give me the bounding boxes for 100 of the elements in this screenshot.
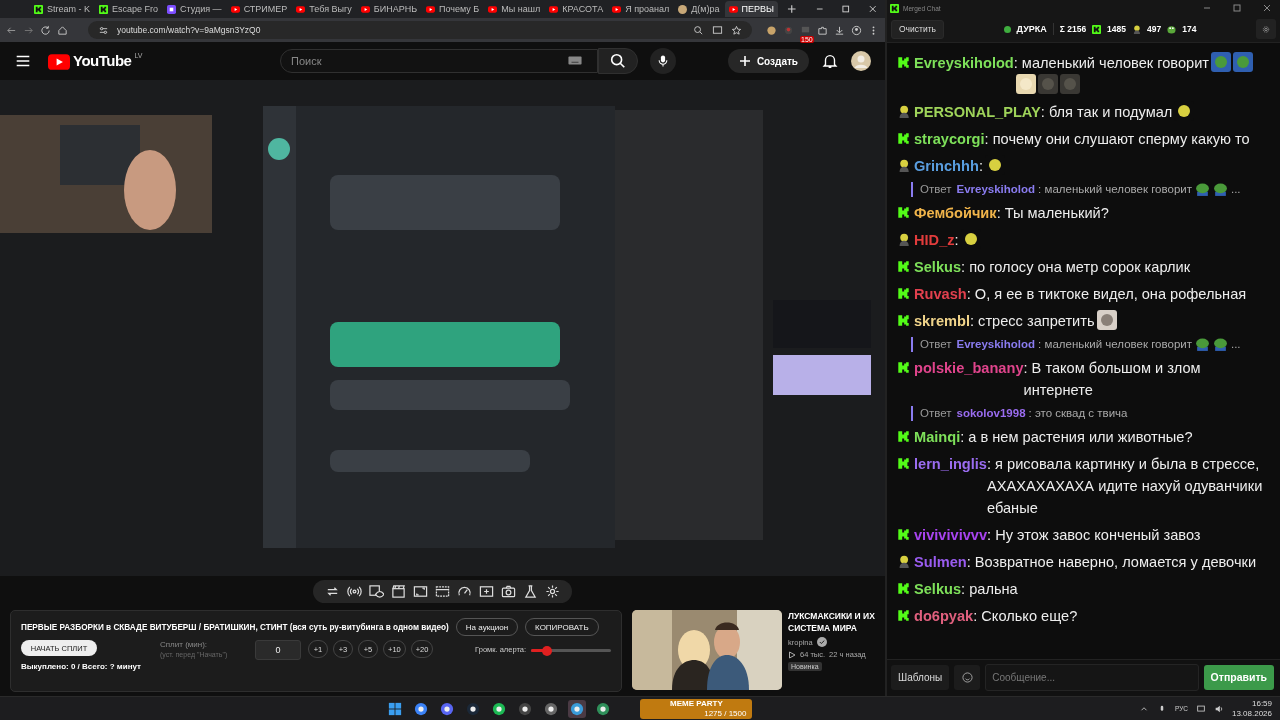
- browser-tab[interactable]: Stream - K: [30, 1, 94, 17]
- puzzle-icon[interactable]: [817, 24, 828, 36]
- browser-tab[interactable]: Д(м)ра: [674, 1, 724, 17]
- username[interactable]: PERSONAL_PLAY: [914, 100, 1041, 123]
- app-icon[interactable]: [568, 699, 587, 718]
- flask-icon[interactable]: [523, 583, 538, 599]
- keyboard-icon[interactable]: [568, 56, 582, 65]
- letter-k-icon: [897, 205, 910, 219]
- install-icon[interactable]: [712, 24, 723, 36]
- avatar-icon[interactable]: [851, 51, 871, 71]
- clapper-icon[interactable]: [391, 583, 406, 599]
- search-button[interactable]: [598, 48, 638, 74]
- clear-button[interactable]: Очистить: [891, 19, 944, 39]
- letter-k-icon: [897, 608, 910, 622]
- broadcast-icon[interactable]: [347, 583, 362, 599]
- browser-tab[interactable]: ПЕРВЫ: [724, 1, 778, 17]
- templates-button[interactable]: Шаблоны: [891, 664, 950, 690]
- speaker-icon[interactable]: [1213, 703, 1224, 714]
- maximize-icon[interactable]: [841, 4, 851, 14]
- emote-icon: [1059, 73, 1080, 94]
- cartoon-head-icon: [897, 554, 910, 568]
- letter-k-icon: [897, 581, 910, 595]
- browser-tab[interactable]: Мы нашл: [484, 1, 545, 17]
- browser-tab[interactable]: Студия —: [163, 1, 226, 17]
- emoji-button[interactable]: [954, 664, 981, 690]
- search-icon: [609, 52, 627, 70]
- slider-thumb[interactable]: [542, 645, 552, 656]
- extension-icon[interactable]: [766, 24, 777, 36]
- letter-k-icon: [897, 131, 910, 145]
- username[interactable]: HID_z: [914, 228, 955, 251]
- username[interactable]: Evreyskiholod: [956, 335, 1036, 353]
- cartoon-head-icon: [897, 232, 910, 246]
- username[interactable]: Evreyskiholod: [914, 51, 1014, 74]
- message-text: : В таком большом и злом интернете: [1023, 359, 1201, 398]
- browser-tab[interactable]: Escape Fro: [95, 1, 163, 17]
- zoom-icon[interactable]: [693, 24, 704, 36]
- browser-tab[interactable]: КРАСОТА: [545, 1, 608, 17]
- logo-text[interactable]: YouTube: [73, 52, 132, 69]
- panel-button[interactable]: КОПИРОВАТЬ: [525, 618, 599, 636]
- download-icon[interactable]: [834, 24, 845, 36]
- search-field[interactable]: Поиск: [280, 49, 598, 73]
- plus-box-icon[interactable]: [479, 583, 494, 599]
- username[interactable]: Sulmen: [914, 550, 967, 573]
- video-title[interactable]: ЛУКСМАКСИКИ И ИХ СИСТЕМА МИРА: [788, 610, 879, 634]
- browser-tab[interactable]: Почему Б: [422, 1, 484, 17]
- username[interactable]: Evreyskiholod: [956, 180, 1036, 198]
- username[interactable]: Grinchhh: [914, 154, 979, 177]
- browser-tab[interactable]: БИНАРНЬ: [356, 1, 422, 17]
- username[interactable]: straycorgi: [914, 127, 985, 150]
- monitor-icon[interactable]: [1195, 703, 1206, 714]
- split-input[interactable]: 0: [255, 640, 301, 660]
- reload-icon[interactable]: [40, 24, 51, 36]
- bell-icon[interactable]: [821, 52, 839, 70]
- emote-icon: [1096, 309, 1117, 330]
- clock-date[interactable]: 13.08.2026: [1231, 708, 1272, 719]
- close-icon[interactable]: [867, 4, 877, 14]
- username[interactable]: skrembl: [914, 309, 970, 332]
- cartoon-head-icon: [897, 104, 910, 118]
- play-icon: [788, 650, 796, 659]
- letter-k-icon: [897, 360, 910, 374]
- emote-icon: [1015, 73, 1036, 94]
- star-icon[interactable]: [731, 24, 742, 36]
- username[interactable]: sokolov1998: [956, 404, 1026, 422]
- browser-tab[interactable]: СТРИМЕР: [226, 1, 292, 17]
- browser-tab[interactable]: Я проанал: [608, 1, 674, 17]
- letter-k-icon: [99, 4, 108, 14]
- reply-label: Ответ: [920, 182, 952, 197]
- username[interactable]: Фембойчик: [914, 201, 997, 224]
- address-bar[interactable]: youtube.com/watch?v=9aMgsn3YzQ0: [88, 21, 752, 39]
- profile-icon[interactable]: [851, 24, 862, 36]
- send-button[interactable]: Отправить: [1203, 664, 1274, 690]
- panel-button[interactable]: На аукцион: [455, 618, 519, 636]
- frame-icon[interactable]: [413, 583, 428, 599]
- screen-icon[interactable]: [435, 583, 450, 599]
- letter-k-icon: [897, 55, 910, 69]
- maximize-icon[interactable]: [1232, 3, 1242, 13]
- close-icon[interactable]: [1262, 3, 1272, 13]
- browser-tab[interactable]: Тебя Выгу: [292, 1, 356, 17]
- reply-text: : маленький человек говорит: [1038, 182, 1192, 197]
- message-input[interactable]: Сообщение...: [985, 663, 1199, 691]
- letter-k-icon: [897, 259, 910, 273]
- message-text: :: [978, 157, 983, 174]
- mic-icon: [656, 53, 670, 69]
- new-tab-icon[interactable]: [787, 4, 797, 14]
- mic-button[interactable]: [650, 48, 676, 74]
- frog-icon: [1167, 24, 1177, 34]
- username[interactable]: Ruvash: [914, 282, 967, 305]
- username[interactable]: polskie_banany: [914, 356, 1024, 379]
- gear-icon[interactable]: [545, 583, 560, 599]
- camera-icon[interactable]: [501, 583, 516, 599]
- settings-button[interactable]: [1256, 19, 1276, 39]
- message-text: : бля так и подумал: [1040, 103, 1173, 120]
- reply-text: : это сквад с твича: [1028, 406, 1128, 421]
- clock-time[interactable]: 16:59: [1252, 698, 1272, 709]
- username[interactable]: lern_inglis: [914, 452, 987, 475]
- home-icon[interactable]: [57, 24, 68, 36]
- ellipsis: ...: [1230, 182, 1241, 197]
- face-icon: [678, 4, 688, 14]
- eye-icon[interactable]: [369, 583, 384, 599]
- create-button[interactable]: Создать: [727, 49, 809, 73]
